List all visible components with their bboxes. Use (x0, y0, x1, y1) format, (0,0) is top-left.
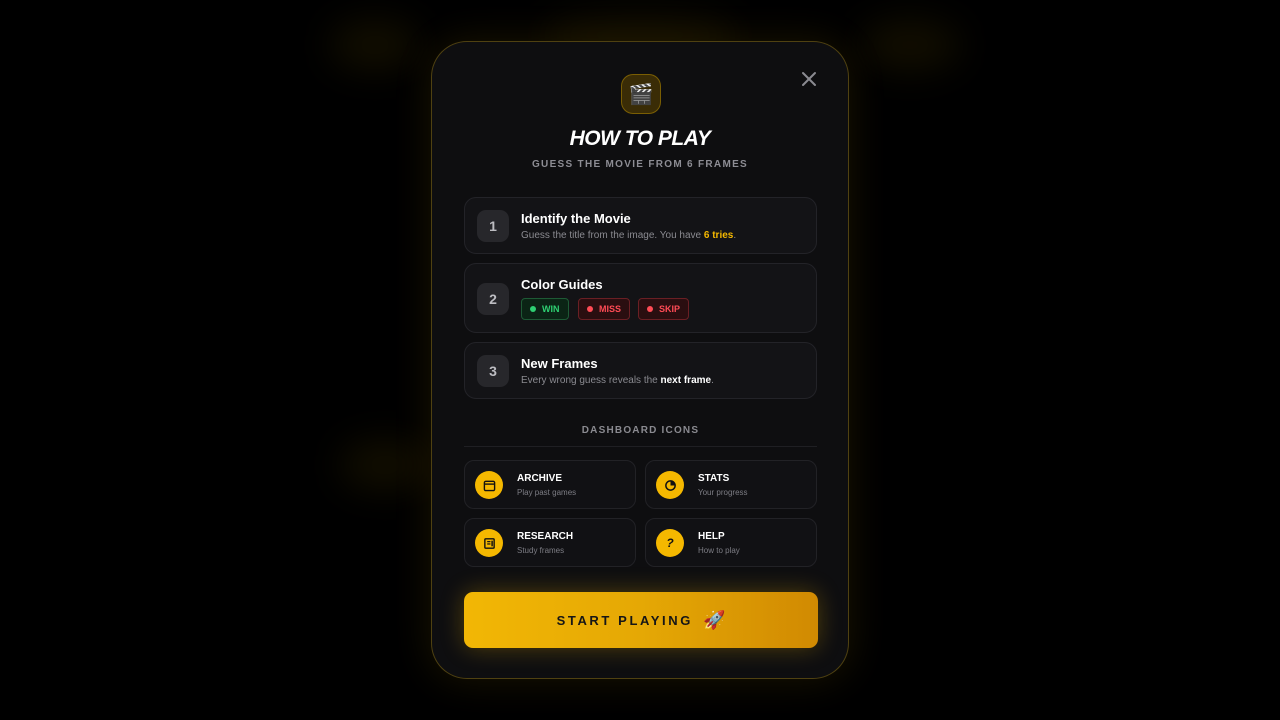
start-playing-label: START PLAYING (556, 612, 693, 628)
pie-chart-icon (656, 471, 684, 499)
dashboard-card-title: STATS (698, 473, 730, 484)
step-description: Every wrong guess reveals the next frame… (521, 375, 714, 386)
win-dot-icon (530, 306, 536, 312)
step-desc-end: . (711, 375, 714, 386)
step-desc-end: . (733, 230, 737, 241)
question-glyph: ? (666, 536, 674, 550)
dashboard-card-subtitle: Your progress (698, 488, 748, 497)
rocket-icon: 🚀 (702, 609, 726, 630)
step-title: Color Guides (521, 277, 603, 292)
dashboard-card-title: ARCHIVE (517, 473, 563, 484)
next-frame-highlight: next frame (660, 375, 712, 386)
modal-subtitle: GUESS THE MOVIE FROM 6 FRAMES (531, 159, 749, 170)
background-glow (340, 440, 430, 490)
step-title: Identify the Movie (521, 211, 631, 226)
step-description: Guess the title from the image. You have… (521, 230, 736, 241)
book-icon (475, 529, 503, 557)
logo-glyph: 🎬 (628, 83, 654, 106)
step-title: New Frames (521, 356, 598, 371)
step-number: 1 (477, 210, 509, 242)
how-to-play-modal: 🎬 HOW TO PLAY GUESS THE MOVIE FROM 6 FRA… (431, 41, 849, 679)
dashboard-card-stats: STATS Your progress (645, 460, 817, 509)
dashboard-card-subtitle: How to play (698, 546, 740, 555)
win-label: WIN (542, 304, 560, 314)
dashboard-card-subtitle: Study frames (517, 546, 565, 555)
step-number: 2 (477, 283, 509, 315)
step-new-frames: 3 New Frames Every wrong guess reveals t… (464, 342, 817, 399)
dashboard-card-title: RESEARCH (517, 531, 574, 542)
background-glow (330, 20, 420, 70)
skip-dot-icon (647, 306, 653, 312)
modal-title: HOW TO PLAY (569, 127, 711, 150)
close-button[interactable] (798, 68, 820, 90)
dashboard-card-help: ? HELP How to play (645, 518, 817, 567)
step-desc-text: Every wrong guess reveals the (521, 375, 661, 386)
question-icon: ? (656, 529, 684, 557)
divider (464, 446, 817, 447)
win-badge: WIN (521, 298, 569, 320)
skip-badge: SKIP (638, 298, 690, 320)
step-desc-text: Guess the title from the image. You have (521, 230, 704, 241)
tries-highlight: 6 tries (703, 230, 734, 241)
miss-badge: MISS (578, 298, 631, 320)
step-number: 3 (477, 355, 509, 387)
dashboard-card-research: RESEARCH Study frames (464, 518, 636, 567)
miss-dot-icon (587, 306, 593, 312)
dashboard-icons-heading: DASHBOARD ICONS (581, 425, 700, 436)
close-icon (802, 72, 816, 86)
clapperboard-icon: 🎬 (621, 74, 661, 114)
dashboard-card-title: HELP (698, 531, 725, 542)
dashboard-card-archive: ARCHIVE Play past games (464, 460, 636, 509)
start-playing-button[interactable]: START PLAYING 🚀 (464, 592, 818, 648)
dashboard-card-subtitle: Play past games (517, 488, 577, 497)
step-identify-movie: 1 Identify the Movie Guess the title fro… (464, 197, 817, 254)
skip-label: SKIP (659, 304, 681, 314)
step-color-guides: 2 Color Guides WIN MISS SKIP (464, 263, 817, 333)
background-glow (860, 20, 960, 70)
miss-label: MISS (599, 304, 622, 314)
calendar-icon (475, 471, 503, 499)
